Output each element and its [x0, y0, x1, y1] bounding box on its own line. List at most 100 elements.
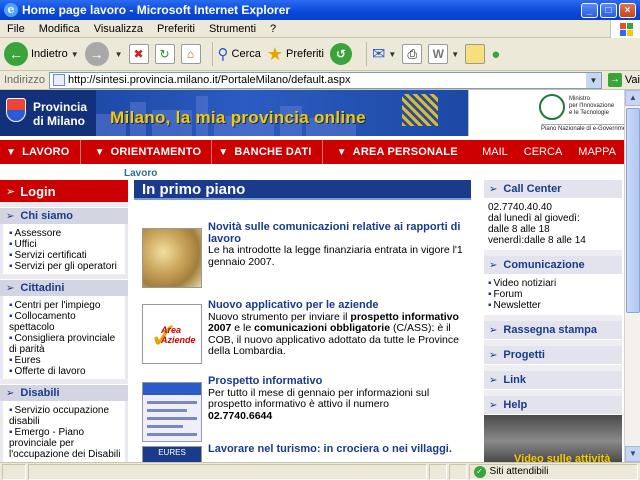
section-title[interactable]: ➢ Disabili [0, 384, 128, 401]
callcenter-hours: dal lunedì al giovedì: [488, 213, 580, 224]
section-chi-siamo: ➢ Chi siamo Assessore Uffici Servizi cert… [0, 207, 128, 274]
sidebar-link[interactable]: Servizi per gli operatori [9, 261, 121, 272]
nav-orientamento-label: ORIENTAMENTO [110, 146, 202, 158]
menu-visualizza[interactable]: Visualizza [87, 23, 150, 35]
section-title-label: Chi siamo [20, 210, 73, 222]
ministry-seal-icon [539, 94, 565, 120]
back-label: Indietro [31, 48, 68, 60]
chevron-down-icon: ▼ [336, 146, 347, 158]
mail-icon: ✉ [371, 46, 386, 63]
provincia-logo[interactable]: Provincia di Milano [0, 90, 96, 136]
home-button[interactable]: ⌂ [180, 44, 201, 64]
nav-mail[interactable]: MAIL [474, 146, 516, 158]
rassegna-stampa-link[interactable]: ➢ Rassegna stampa [484, 321, 622, 340]
news-item: ✓ Area Aziende Nuovo applicativo per le a… [134, 284, 471, 370]
sidebar-link[interactable]: Consigliera provinciale di parità [9, 333, 121, 355]
sidebar-link[interactable]: Eures [9, 355, 121, 366]
eures-image[interactable]: EURES [142, 446, 202, 462]
toolbar: ← Indietro ▼ → ▼ ✖ ↻ ⌂ ⚲ Cerca ★ Preferiti… [0, 38, 640, 71]
menu-modifica[interactable]: Modifica [32, 23, 87, 35]
arrow-icon: ➢ [489, 324, 498, 336]
menu-strumenti[interactable]: Strumenti [202, 23, 263, 35]
back-button[interactable]: ← Indietro ▼ [4, 42, 79, 66]
refresh-button[interactable]: ↻ [154, 44, 175, 64]
page-title: In primo piano [134, 180, 471, 200]
status-bar: ✓ Siti attendibili [0, 462, 640, 480]
close-button[interactable]: × [619, 2, 636, 18]
minimize-button[interactable]: _ [581, 2, 598, 18]
right-sidebar: ➢ Call Center 02.7740.40.40 dal lunedì al… [484, 180, 622, 462]
comunicazione-link[interactable]: Video notiziari [488, 278, 618, 289]
callcenter-title[interactable]: ➢ Call Center [484, 180, 622, 199]
nav-cerca[interactable]: CERCA [516, 146, 571, 158]
print-button[interactable]: ⎙ [402, 44, 423, 64]
area-aziende-image[interactable]: ✓ Area Aziende [142, 304, 202, 364]
progetti-label: Progetti [503, 349, 545, 361]
sidebar-link[interactable]: Emergo - Piano provinciale per l'occupaz… [9, 427, 121, 460]
scroll-down-icon[interactable]: ▼ [625, 446, 640, 462]
forward-arrow-icon: → [84, 42, 109, 66]
section-title[interactable]: ➢ Cittadini [0, 279, 128, 296]
address-field[interactable]: ▼ [48, 71, 602, 89]
favorites-button[interactable]: ★ Preferiti [267, 44, 324, 65]
edit-button[interactable]: W ▼ [428, 44, 459, 64]
stop-button[interactable]: ✖ [128, 44, 149, 64]
nav-area-personale[interactable]: ▼ AREA PERSONALE [323, 140, 468, 164]
screenshot-image[interactable] [142, 382, 202, 442]
video-thumbnail[interactable]: Video sulle attività [484, 415, 622, 462]
refresh-icon: ↻ [154, 44, 175, 64]
section-title-label: Disabili [20, 387, 60, 399]
nav-area-personale-label: AREA PERSONALE [352, 146, 458, 158]
menu-help[interactable]: ? [263, 23, 283, 35]
address-input[interactable] [67, 74, 588, 86]
news-title[interactable]: Novità sulle comunicazioni relative ai r… [208, 221, 470, 245]
comunicazione-title[interactable]: ➢ Comunicazione [484, 256, 622, 275]
nav-mappa[interactable]: MAPPA [570, 146, 624, 158]
discuss-button[interactable] [465, 44, 486, 64]
area-label: Area Aziende [161, 325, 196, 345]
progetti-link[interactable]: ➢ Progetti [484, 346, 622, 365]
menu-preferiti[interactable]: Preferiti [150, 23, 202, 35]
maximize-button[interactable]: □ [600, 2, 617, 18]
nav-banche-dati[interactable]: ▼ BANCHE DATI [212, 140, 323, 164]
history-button[interactable]: ↺ [329, 43, 355, 65]
help-link[interactable]: ➢ Help [484, 396, 622, 415]
comunicazione-link[interactable]: Newsletter [488, 300, 618, 311]
sidebar-link[interactable]: Servizio occupazione disabili [9, 405, 121, 427]
search-button[interactable]: ⚲ Cerca [218, 45, 261, 63]
address-dropdown-icon[interactable]: ▼ [585, 72, 601, 88]
zone-label: Siti attendibili [489, 466, 549, 477]
main-nav: ▼ LAVORO ▼ ORIENTAMENTO ▼ BANCHE DATI ▼ AREA… [0, 140, 624, 164]
section-title[interactable]: ➢ Chi siamo [0, 207, 128, 224]
login-label: Login [20, 183, 56, 199]
breadcrumb[interactable]: Lavoro [124, 168, 157, 179]
scroll-up-icon[interactable]: ▲ [625, 90, 640, 106]
arrow-icon: ➢ [489, 374, 498, 386]
sidebar-link[interactable]: Offerte di lavoro [9, 366, 121, 377]
sidebar-link[interactable]: Uffici [9, 239, 121, 250]
sidebar-link[interactable]: Collocamento spettacolo [9, 311, 121, 333]
ie-icon: e [4, 3, 18, 17]
login-button[interactable]: ➢ Login [0, 180, 128, 202]
arrow-icon: ➢ [6, 387, 15, 399]
help-label: Help [503, 399, 528, 411]
comunicazione-link[interactable]: Forum [488, 289, 618, 300]
scroll-thumb[interactable] [626, 108, 640, 313]
forward-button[interactable]: → ▼ [84, 42, 123, 66]
nav-orientamento[interactable]: ▼ ORIENTAMENTO [81, 140, 213, 164]
sidebar-link[interactable]: Centri per l'impiego [9, 300, 121, 311]
menu-file[interactable]: File [0, 23, 32, 35]
security-zone: ✓ Siti attendibili [468, 463, 638, 480]
sidebar-link[interactable]: Assessore [9, 228, 121, 239]
arrow-icon: ➢ [489, 183, 498, 195]
coins-image[interactable] [142, 228, 202, 288]
ministry-logo[interactable]: Ministro per l'Innovazione e le Tecnolog… [468, 90, 624, 136]
mail-button[interactable]: ✉ ▼ [372, 44, 396, 64]
nav-lavoro[interactable]: ▼ LAVORO [0, 140, 81, 164]
vertical-scrollbar[interactable]: ▲ ▼ [624, 90, 640, 462]
news-title[interactable]: Lavorare nel turismo: in crociera o nei … [208, 443, 470, 456]
sidebar-link[interactable]: Servizi certificati [9, 250, 121, 261]
link-link[interactable]: ➢ Link [484, 371, 622, 390]
go-button[interactable]: → Vai [607, 73, 640, 87]
messenger-button[interactable]: ● [491, 46, 500, 63]
